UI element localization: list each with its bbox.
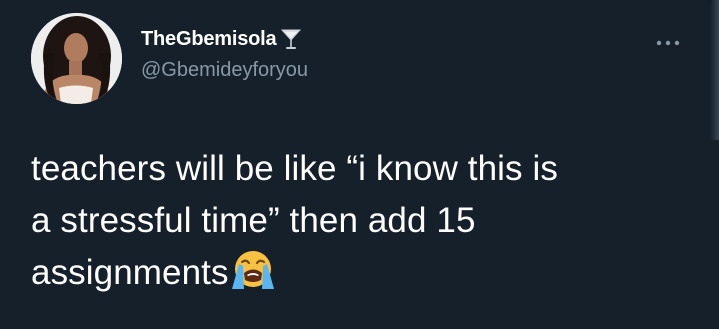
tweet-text-line-3: assignments [31, 247, 691, 299]
more-options-icon[interactable] [655, 34, 681, 46]
avatar[interactable] [31, 13, 122, 104]
display-name[interactable]: TheGbemisola [141, 28, 277, 51]
user-handle[interactable]: @Gbemideyforyou [141, 59, 308, 82]
tweet-card: TheGbemisola @Gbemideyforyou teachers wi… [0, 0, 719, 329]
tweet-text-line-3-text: assignments [31, 253, 229, 292]
loudly-crying-face-icon [230, 249, 276, 291]
display-name-row[interactable]: TheGbemisola [141, 26, 302, 52]
cocktail-glass-icon [280, 27, 302, 51]
tweet-text-line-2: a stressful time” then add 15 [31, 201, 476, 240]
tweet-text: teachers will be like “i know this is a … [31, 143, 691, 299]
tweet-text-line-1: teachers will be like “i know this is [31, 149, 558, 188]
scrollbar-edge[interactable] [710, 0, 719, 140]
profile-photo-icon [31, 13, 122, 104]
